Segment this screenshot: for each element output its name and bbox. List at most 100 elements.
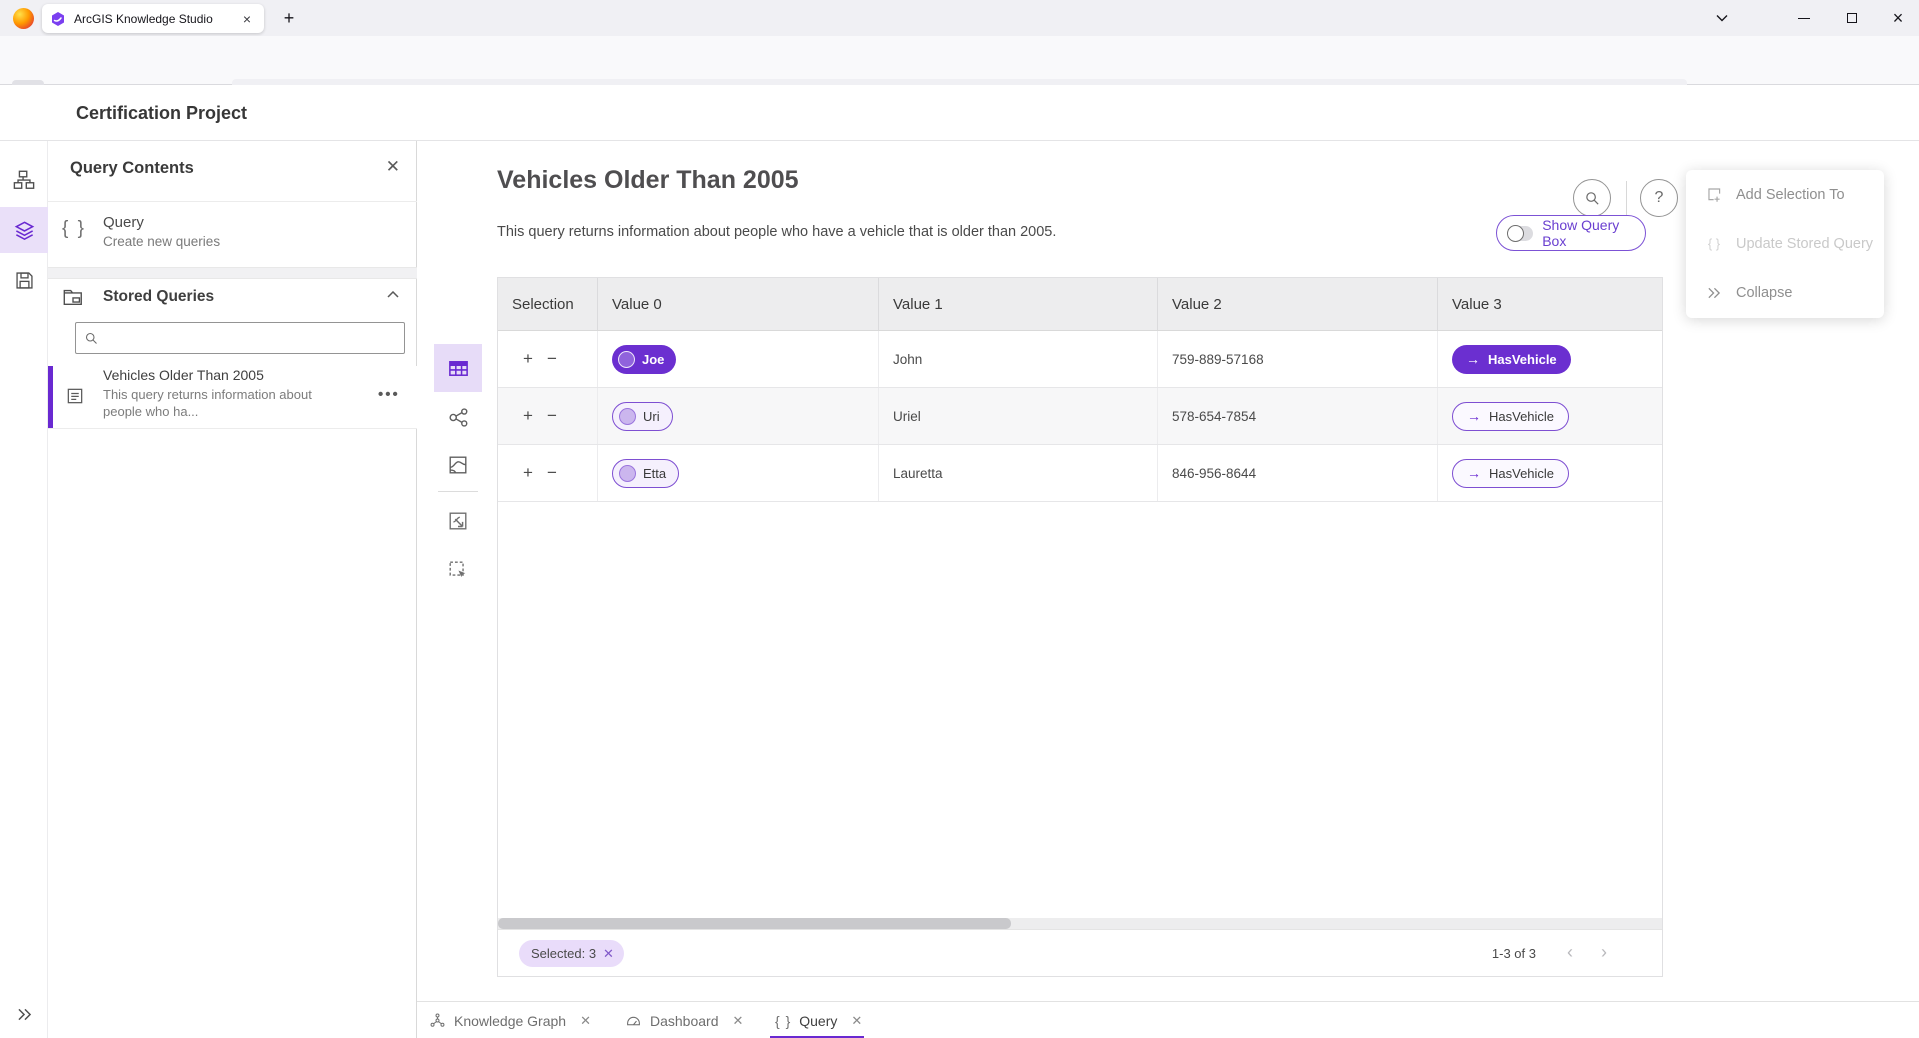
- folder-icon: [62, 286, 84, 308]
- col-header-selection[interactable]: Selection: [498, 278, 598, 330]
- selected-count-chip[interactable]: Selected: 3 ✕: [519, 940, 624, 967]
- new-query-description: Create new queries: [103, 234, 220, 249]
- row-select-add-button[interactable]: +: [516, 406, 540, 426]
- scrollbar-thumb[interactable]: [498, 918, 1011, 929]
- help-icon[interactable]: ?: [1640, 179, 1678, 217]
- tab-knowledge-graph[interactable]: Knowledge Graph ✕: [429, 1002, 591, 1038]
- window-close-button[interactable]: ×: [1876, 0, 1919, 36]
- cell-name: Lauretta: [879, 445, 1158, 501]
- stored-query-description: This query returns information about peo…: [103, 386, 338, 420]
- horizontal-scrollbar[interactable]: [498, 918, 1662, 929]
- firefox-icon[interactable]: [13, 8, 34, 29]
- chevron-up-icon[interactable]: [387, 291, 399, 298]
- cell-phone: 759-889-57168: [1158, 331, 1438, 387]
- tab-query[interactable]: { } Query ✕: [775, 1002, 862, 1038]
- entity-pill[interactable]: Uri: [612, 402, 673, 431]
- panel-close-icon[interactable]: ✕: [386, 157, 400, 177]
- braces-icon: { }: [62, 218, 86, 240]
- relation-pill[interactable]: →HasVehicle: [1452, 459, 1569, 488]
- entity-dot-icon: [619, 408, 636, 425]
- entity-dot-icon: [619, 465, 636, 482]
- page-title: Vehicles Older Than 2005: [497, 166, 799, 195]
- row-select-remove-button[interactable]: −: [540, 406, 564, 426]
- next-page-button[interactable]: ›: [1590, 938, 1618, 966]
- col-header-value1[interactable]: Value 1: [879, 278, 1158, 330]
- expand-rail-icon[interactable]: [0, 991, 48, 1037]
- tab-close-icon[interactable]: ✕: [580, 1013, 591, 1029]
- project-title: Certification Project: [76, 85, 247, 141]
- col-header-value2[interactable]: Value 2: [1158, 278, 1438, 330]
- select-marquee-icon[interactable]: [434, 546, 482, 594]
- new-tab-button[interactable]: +: [276, 6, 302, 32]
- table-row[interactable]: + − Uri Uriel 578-654-7854 →HasVehicle: [498, 388, 1662, 445]
- contents-layers-icon[interactable]: [0, 207, 48, 253]
- browser-tab-title: ArcGIS Knowledge Studio: [74, 12, 238, 26]
- cell-phone: 846-956-8644: [1158, 445, 1438, 501]
- tab-close-icon[interactable]: ×: [238, 11, 256, 27]
- table-footer: Selected: 3 ✕ 1-3 of 3 ‹ ›: [498, 929, 1662, 976]
- clear-selection-icon[interactable]: ✕: [603, 946, 614, 962]
- braces-icon: { }: [775, 1013, 791, 1029]
- table-row[interactable]: + − Etta Lauretta 846-956-8644 →HasVehic…: [498, 445, 1662, 502]
- stored-query-title: Vehicles Older Than 2005: [103, 367, 338, 383]
- pagination-range: 1-3 of 3: [1492, 946, 1536, 961]
- screen: ArcGIS Knowledge Studio × + × ← → http: [0, 0, 1919, 1038]
- arrow-right-icon: →: [1466, 351, 1480, 367]
- row-select-remove-button[interactable]: −: [540, 349, 564, 369]
- query-results-table: Selection Value 0 Value 1 Value 2 Value …: [497, 277, 1663, 977]
- query-contents-panel: Query Contents ✕ { } Query Create new qu…: [48, 141, 417, 1038]
- data-model-icon[interactable]: [0, 157, 48, 203]
- stored-query-item[interactable]: Vehicles Older Than 2005 This query retu…: [48, 366, 417, 428]
- menu-item-collapse[interactable]: Collapse: [1686, 268, 1884, 317]
- map-icon[interactable]: [434, 441, 482, 489]
- relation-pill[interactable]: →HasVehicle: [1452, 402, 1569, 431]
- minimize-button[interactable]: [1782, 0, 1826, 36]
- entity-pill[interactable]: Etta: [612, 459, 679, 488]
- list-tabs-icon[interactable]: [1700, 0, 1744, 36]
- stored-queries-search-input[interactable]: [107, 331, 396, 346]
- menu-item-update-stored-query[interactable]: { } Update Stored Query: [1686, 219, 1884, 268]
- tab-close-icon[interactable]: ✕: [733, 1013, 744, 1029]
- search-icon[interactable]: [1573, 179, 1611, 217]
- maximize-button[interactable]: [1830, 0, 1874, 36]
- table-header-row: Selection Value 0 Value 1 Value 2 Value …: [498, 278, 1662, 331]
- arrow-right-icon: →: [1467, 465, 1481, 481]
- page-description: This query returns information about peo…: [497, 224, 1056, 240]
- stored-queries-searchbox[interactable]: [75, 322, 405, 354]
- selected-indicator: [48, 366, 53, 428]
- link-chart-icon[interactable]: [434, 393, 482, 441]
- col-header-value0[interactable]: Value 0: [598, 278, 879, 330]
- browser-titlebar: ArcGIS Knowledge Studio × + ×: [0, 0, 1919, 36]
- selected-count-label: Selected: 3: [531, 946, 596, 961]
- row-select-add-button[interactable]: +: [516, 349, 540, 369]
- header-divider: [1626, 181, 1627, 215]
- entity-pill[interactable]: Joe: [612, 345, 676, 374]
- cell-phone: 578-654-7854: [1158, 388, 1438, 444]
- tab-close-icon[interactable]: ✕: [851, 1013, 862, 1029]
- col-header-value3[interactable]: Value 3: [1438, 278, 1662, 330]
- browser-tab[interactable]: ArcGIS Knowledge Studio ×: [42, 4, 264, 33]
- arrow-right-icon: →: [1467, 408, 1481, 424]
- stored-queries-header[interactable]: Stored Queries: [48, 279, 417, 315]
- toggle-track: [1509, 226, 1533, 241]
- row-select-remove-button[interactable]: −: [540, 463, 564, 483]
- search-small-icon: [84, 331, 99, 346]
- menu-item-add-selection-to[interactable]: Add Selection To: [1686, 170, 1884, 219]
- table-view-icon[interactable]: [434, 344, 482, 392]
- add-to-map-icon[interactable]: [434, 497, 482, 545]
- row-select-add-button[interactable]: +: [516, 463, 540, 483]
- table-row[interactable]: + − Joe John 759-889-57168 →HasVehicle: [498, 331, 1662, 388]
- cell-name: John: [879, 331, 1158, 387]
- prev-page-button[interactable]: ‹: [1556, 938, 1584, 966]
- relation-pill[interactable]: →HasVehicle: [1452, 345, 1571, 374]
- save-icon[interactable]: [0, 257, 48, 303]
- dashboard-gauge-icon: [625, 1012, 642, 1029]
- arcgis-favicon-icon: [50, 11, 66, 27]
- show-query-box-toggle[interactable]: Show Query Box: [1496, 215, 1646, 251]
- tab-dashboard[interactable]: Dashboard ✕: [625, 1002, 743, 1038]
- more-options-icon[interactable]: •••: [378, 386, 400, 403]
- action-menu: Add Selection To { } Update Stored Query…: [1686, 170, 1884, 318]
- new-query-item[interactable]: { } Query Create new queries: [48, 202, 417, 266]
- toggle-knob: [1507, 225, 1524, 242]
- new-query-label: Query: [103, 214, 220, 231]
